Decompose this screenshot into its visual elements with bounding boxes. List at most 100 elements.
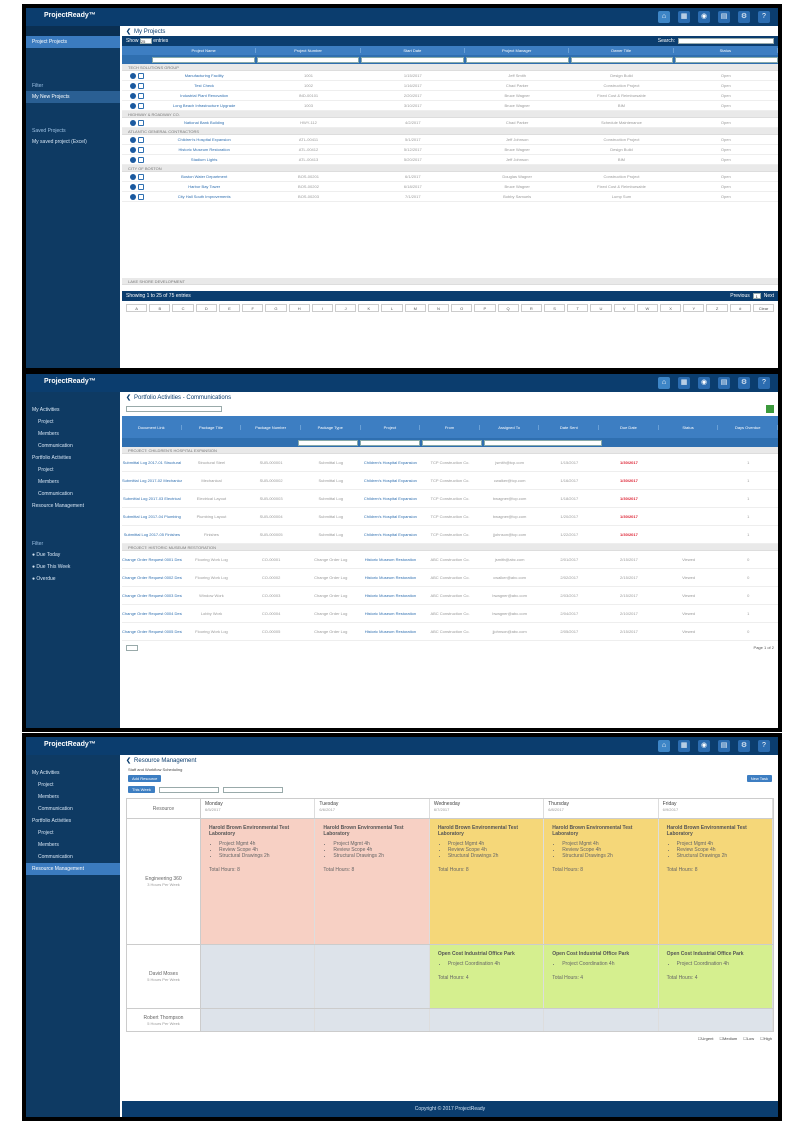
alpha-filter-button[interactable]: U <box>590 304 612 312</box>
help-icon[interactable]: ? <box>758 11 770 23</box>
table-cell[interactable]: Test Check <box>152 83 256 88</box>
alpha-filter-button[interactable]: R <box>520 304 542 312</box>
table-row[interactable]: National Bank Building HWY-112 4/2/2017 Cha… <box>122 118 778 128</box>
sidebar-item[interactable]: Portfolio Activities <box>26 452 120 464</box>
task-card[interactable]: Harold Brown Environmental Test Laborato… <box>429 819 545 944</box>
info-icon[interactable] <box>130 92 136 99</box>
document-icon[interactable] <box>138 146 144 153</box>
info-icon[interactable] <box>130 136 136 143</box>
table-cell[interactable]: Historic Museum Restoration <box>361 593 421 598</box>
chart-icon[interactable]: ▤ <box>718 377 730 389</box>
col-project-manager[interactable]: Project Manager <box>465 48 570 53</box>
alpha-filter-button[interactable]: J <box>334 304 357 312</box>
filter-select[interactable] <box>422 439 482 446</box>
table-cell[interactable]: Historic Museum Restoration <box>361 575 421 580</box>
gear-icon[interactable]: ⚙ <box>738 11 750 23</box>
info-icon[interactable] <box>130 156 136 163</box>
task-card[interactable]: Harold Brown Environmental Test Laborato… <box>315 819 430 944</box>
home-icon[interactable]: ⌂ <box>658 11 670 23</box>
chart-icon[interactable]: ▤ <box>718 740 730 752</box>
info-icon[interactable] <box>130 146 136 153</box>
calendar-icon[interactable]: ▦ <box>678 377 690 389</box>
col-project-name[interactable]: Project Name <box>152 48 257 53</box>
table-cell[interactable]: Children's Hospital Expansion <box>152 137 256 142</box>
document-icon[interactable] <box>138 156 144 163</box>
document-icon[interactable] <box>138 193 144 200</box>
gear-icon[interactable]: ⚙ <box>738 740 750 752</box>
table-cell[interactable]: Children's Hospital Expansion <box>361 514 421 519</box>
alpha-filter-button[interactable]: E <box>218 304 241 312</box>
table-row[interactable]: Change Order Request 0001 Design Flooring… <box>122 551 778 569</box>
column-header[interactable]: Project <box>361 424 421 430</box>
column-header[interactable]: Due Date <box>599 424 659 430</box>
column-header[interactable]: Package Type <box>301 424 361 430</box>
search-input[interactable] <box>678 38 774 44</box>
sidebar-item-projects[interactable]: Project Projects <box>26 36 120 48</box>
table-cell[interactable]: Historic Museum Restoration <box>361 629 421 634</box>
user-icon[interactable]: ◉ <box>698 11 710 23</box>
empty-cell[interactable] <box>429 1009 545 1031</box>
table-row[interactable]: Manufacturing Facility 1001 1/15/2017 Jeff … <box>122 71 778 81</box>
column-header[interactable]: Package Number <box>241 424 301 430</box>
new-task-button[interactable]: New Task <box>746 775 772 782</box>
add-resource-button[interactable]: Add Resource <box>128 775 162 782</box>
excel-export-icon[interactable] <box>766 405 774 413</box>
table-cell[interactable]: Historic Museum Restoration <box>152 147 256 152</box>
page-button[interactable]: 1 <box>752 293 761 299</box>
table-row[interactable]: Test Check 1002 1/16/2017 Chad Parker Constr… <box>122 81 778 91</box>
document-icon[interactable] <box>138 183 144 190</box>
empty-cell[interactable] <box>201 945 316 1008</box>
table-cell[interactable]: Submittal Log 2017-05 Finishes <box>122 532 182 537</box>
table-cell[interactable]: Industrial Plant Renovation <box>152 93 256 98</box>
filter-select[interactable] <box>298 439 358 446</box>
back-icon[interactable]: ❮ <box>126 395 131 401</box>
alpha-filter-button[interactable]: V <box>613 304 635 312</box>
sidebar-item[interactable]: Project <box>26 416 120 428</box>
table-cell[interactable]: Change Order Request 0001 Design <box>122 557 182 562</box>
col-project-number[interactable]: Project Number <box>256 48 361 53</box>
col-owner-title[interactable]: Owner Title <box>569 48 674 53</box>
info-icon[interactable] <box>130 193 136 200</box>
sidebar-item[interactable]: Resource Management <box>26 500 120 512</box>
next-button[interactable]: Next <box>764 293 774 299</box>
table-row[interactable]: City Hall South Improvements BOS-00203 7/1… <box>122 192 778 202</box>
column-header[interactable]: Days Overdue <box>718 424 778 430</box>
column-header[interactable]: Date Sent <box>539 424 600 430</box>
empty-cell[interactable] <box>201 1009 316 1031</box>
alpha-filter-button[interactable]: C <box>172 304 194 312</box>
page-size-select[interactable] <box>126 645 138 651</box>
help-icon[interactable]: ? <box>758 740 770 752</box>
home-icon[interactable]: ⌂ <box>658 377 670 389</box>
document-icon[interactable] <box>138 82 144 89</box>
table-row[interactable]: Submittal Log 2017-04 Plumbing Plumbing L… <box>122 508 778 526</box>
empty-cell[interactable] <box>658 1009 774 1031</box>
table-row[interactable]: Harbor Bay Tower BOS-00202 6/18/2017 Bruce … <box>122 182 778 192</box>
sidebar-item[interactable]: Resource Management <box>26 863 120 875</box>
sidebar-item[interactable]: Project <box>26 464 120 476</box>
table-row[interactable]: Submittal Log 2017-03 Electrical Electric… <box>122 490 778 508</box>
table-cell[interactable]: Children's Hospital Expansion <box>361 460 421 465</box>
chart-icon[interactable]: ▤ <box>718 11 730 23</box>
table-row[interactable]: Industrial Plant Renovation IND-00101 2/20… <box>122 91 778 101</box>
sidebar-item[interactable]: Members <box>26 839 120 851</box>
sidebar-item-my-new-projects[interactable]: My New Projects <box>26 91 120 103</box>
alpha-filter-button[interactable]: Clear <box>752 304 775 312</box>
table-row[interactable]: Children's Hospital Expansion ATL-00411 5/… <box>122 135 778 145</box>
filter-input[interactable] <box>570 56 674 63</box>
table-row[interactable]: Submittal Log 2017-05 Finishes Finishes SU… <box>122 526 778 544</box>
table-cell[interactable]: Submittal Log 2017-01 Structural <box>122 460 182 465</box>
home-icon[interactable]: ⌂ <box>658 740 670 752</box>
alpha-filter-button[interactable]: G <box>265 304 287 312</box>
sidebar-item[interactable]: Communication <box>26 488 120 500</box>
column-header[interactable]: Assigned To <box>480 424 540 430</box>
document-icon[interactable] <box>138 119 144 126</box>
task-card[interactable]: Open Cost Industrial Office Park Project … <box>429 945 545 1008</box>
sidebar-filter-item[interactable]: ● Due This Week <box>26 561 120 573</box>
table-cell[interactable]: City Hall South Improvements <box>152 194 256 199</box>
help-icon[interactable]: ? <box>758 377 770 389</box>
info-icon[interactable] <box>130 183 136 190</box>
table-row[interactable]: Change Order Request 0002 Design Flooring… <box>122 569 778 587</box>
empty-cell[interactable] <box>544 1009 659 1031</box>
alpha-filter-button[interactable]: # <box>729 304 751 312</box>
alpha-filter-button[interactable]: W <box>636 304 659 312</box>
